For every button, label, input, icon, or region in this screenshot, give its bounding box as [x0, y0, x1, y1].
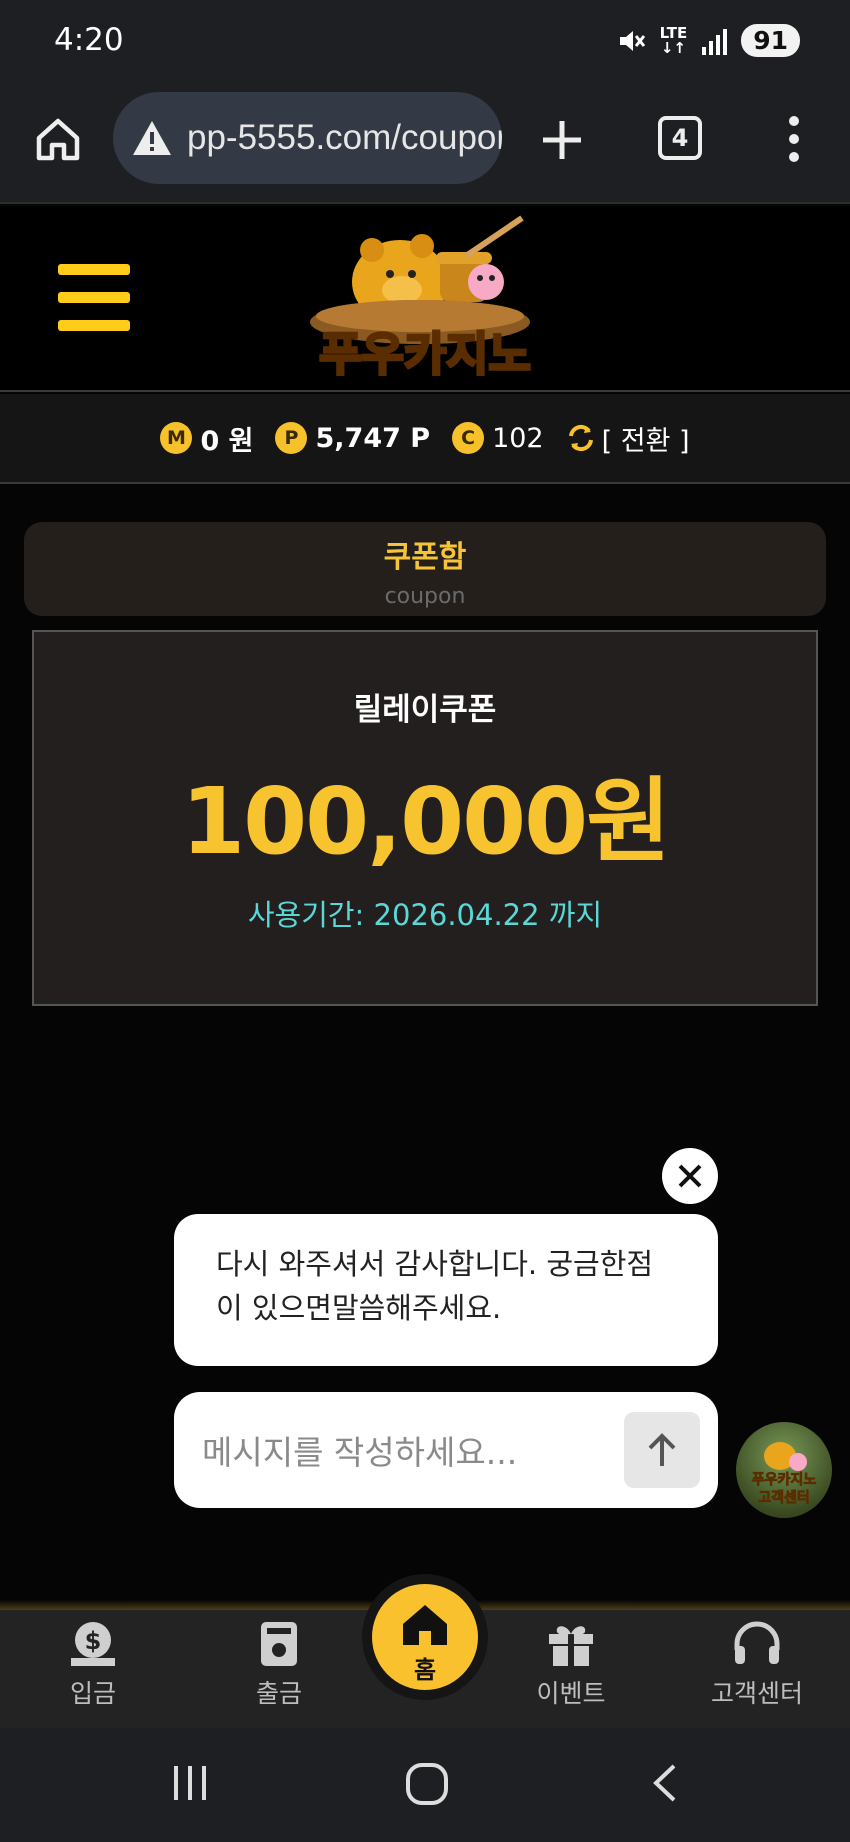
- browser-home-icon[interactable]: [33, 114, 83, 164]
- money-coin-icon: M: [160, 422, 193, 454]
- status-icons: LTE ↓↑ 91: [616, 24, 800, 57]
- customer-center-logo: 푸우카지노 고객센터: [751, 1442, 817, 1506]
- svg-text:$: $: [85, 1627, 102, 1655]
- nav-event[interactable]: 이벤트: [506, 1618, 636, 1710]
- lte-icon: LTE ↓↑: [659, 23, 688, 57]
- browser-toolbar: pp-5555.com/coupon 4: [0, 86, 850, 204]
- nav-home-label: 홈: [413, 1656, 437, 1684]
- back-icon[interactable]: [648, 1758, 682, 1808]
- gift-icon: [549, 1626, 593, 1666]
- coin-balance: C 102: [452, 422, 544, 454]
- nav-event-label: 이벤트: [536, 1679, 606, 1708]
- arrow-up-icon: [648, 1433, 676, 1466]
- tab-count-button[interactable]: 4: [658, 116, 702, 160]
- balance-bar: M 0 원 P 5,747 P C 102 [ 전환 ]: [0, 394, 850, 484]
- coin-value: 102: [492, 422, 544, 454]
- svg-text:고객센터: 고객센터: [758, 1489, 810, 1506]
- nav-withdraw[interactable]: 출금: [214, 1618, 344, 1710]
- more-menu-icon[interactable]: [780, 114, 808, 164]
- money-balance: M 0 원: [160, 419, 253, 458]
- point-balance: P 5,747 P: [275, 422, 430, 454]
- nav-withdraw-label: 출금: [255, 1679, 302, 1708]
- chat-close-button[interactable]: [662, 1148, 718, 1204]
- nav-home-button[interactable]: 홈: [372, 1584, 478, 1690]
- send-button[interactable]: [624, 1412, 700, 1488]
- status-bar: 4:20 LTE ↓↑ 91: [0, 0, 850, 86]
- coupon-amount: 100,000원: [181, 768, 671, 875]
- address-bar[interactable]: pp-5555.com/coupon: [113, 92, 502, 184]
- chat-message-bubble: 다시 와주셔서 감사합니다. 궁금한점이 있으면말씀해주세요.: [174, 1214, 718, 1366]
- coupon-name: 릴레이쿠폰: [353, 692, 497, 728]
- mute-icon: [619, 30, 645, 51]
- coupon-page-header: 쿠폰함 coupon: [24, 522, 826, 616]
- convert-button[interactable]: [ 전환 ]: [566, 419, 690, 458]
- deposit-icon: $: [71, 1622, 115, 1666]
- nav-support[interactable]: 고객센터: [692, 1618, 822, 1710]
- warning-icon: [133, 121, 171, 155]
- convert-label: [ 전환 ]: [601, 425, 690, 457]
- status-time: 4:20: [54, 22, 124, 58]
- home-nav-icon[interactable]: [404, 1758, 450, 1808]
- close-icon: [678, 1164, 702, 1188]
- casino-logo[interactable]: 푸우카지노: [290, 210, 560, 390]
- nav-deposit[interactable]: $ 입금: [28, 1618, 158, 1710]
- nav-deposit-label: 입금: [69, 1679, 116, 1708]
- point-coin-icon: P: [275, 422, 308, 454]
- svg-text:푸우카지노: 푸우카지노: [752, 1472, 817, 1488]
- page-subtitle: coupon: [384, 584, 466, 609]
- withdraw-icon: [261, 1622, 297, 1666]
- battery-indicator: 91: [741, 24, 800, 57]
- coupon-card[interactable]: 릴레이쿠폰 100,000원 사용기간: 2026.04.22 까지: [32, 630, 818, 1006]
- headset-icon: [734, 1621, 780, 1664]
- nav-support-label: 고객센터: [710, 1679, 803, 1708]
- chat-input-placeholder[interactable]: 메시지를 작성하세요...: [202, 1426, 624, 1474]
- page-title: 쿠폰함: [383, 540, 467, 575]
- url-text: pp-5555.com/coupon: [187, 118, 502, 157]
- customer-center-avatar[interactable]: 푸우카지노 고객센터: [736, 1422, 832, 1518]
- signal-icon: [702, 28, 728, 55]
- android-navigation-bar: [0, 1728, 850, 1842]
- new-tab-icon[interactable]: [538, 116, 586, 164]
- refresh-icon: [568, 424, 593, 452]
- money-value: 0 원: [200, 425, 254, 457]
- hamburger-menu-icon[interactable]: [58, 264, 130, 332]
- point-value: 5,747 P: [315, 422, 431, 454]
- coupon-expiry: 사용기간: 2026.04.22 까지: [247, 898, 603, 932]
- chat-input[interactable]: 메시지를 작성하세요...: [174, 1392, 718, 1508]
- site-header: 푸우카지노: [0, 206, 850, 392]
- home-icon: [403, 1605, 447, 1645]
- c-coin-icon: C: [452, 422, 485, 454]
- recent-apps-icon[interactable]: [170, 1758, 210, 1808]
- logo-text: 푸우카지노: [319, 327, 531, 381]
